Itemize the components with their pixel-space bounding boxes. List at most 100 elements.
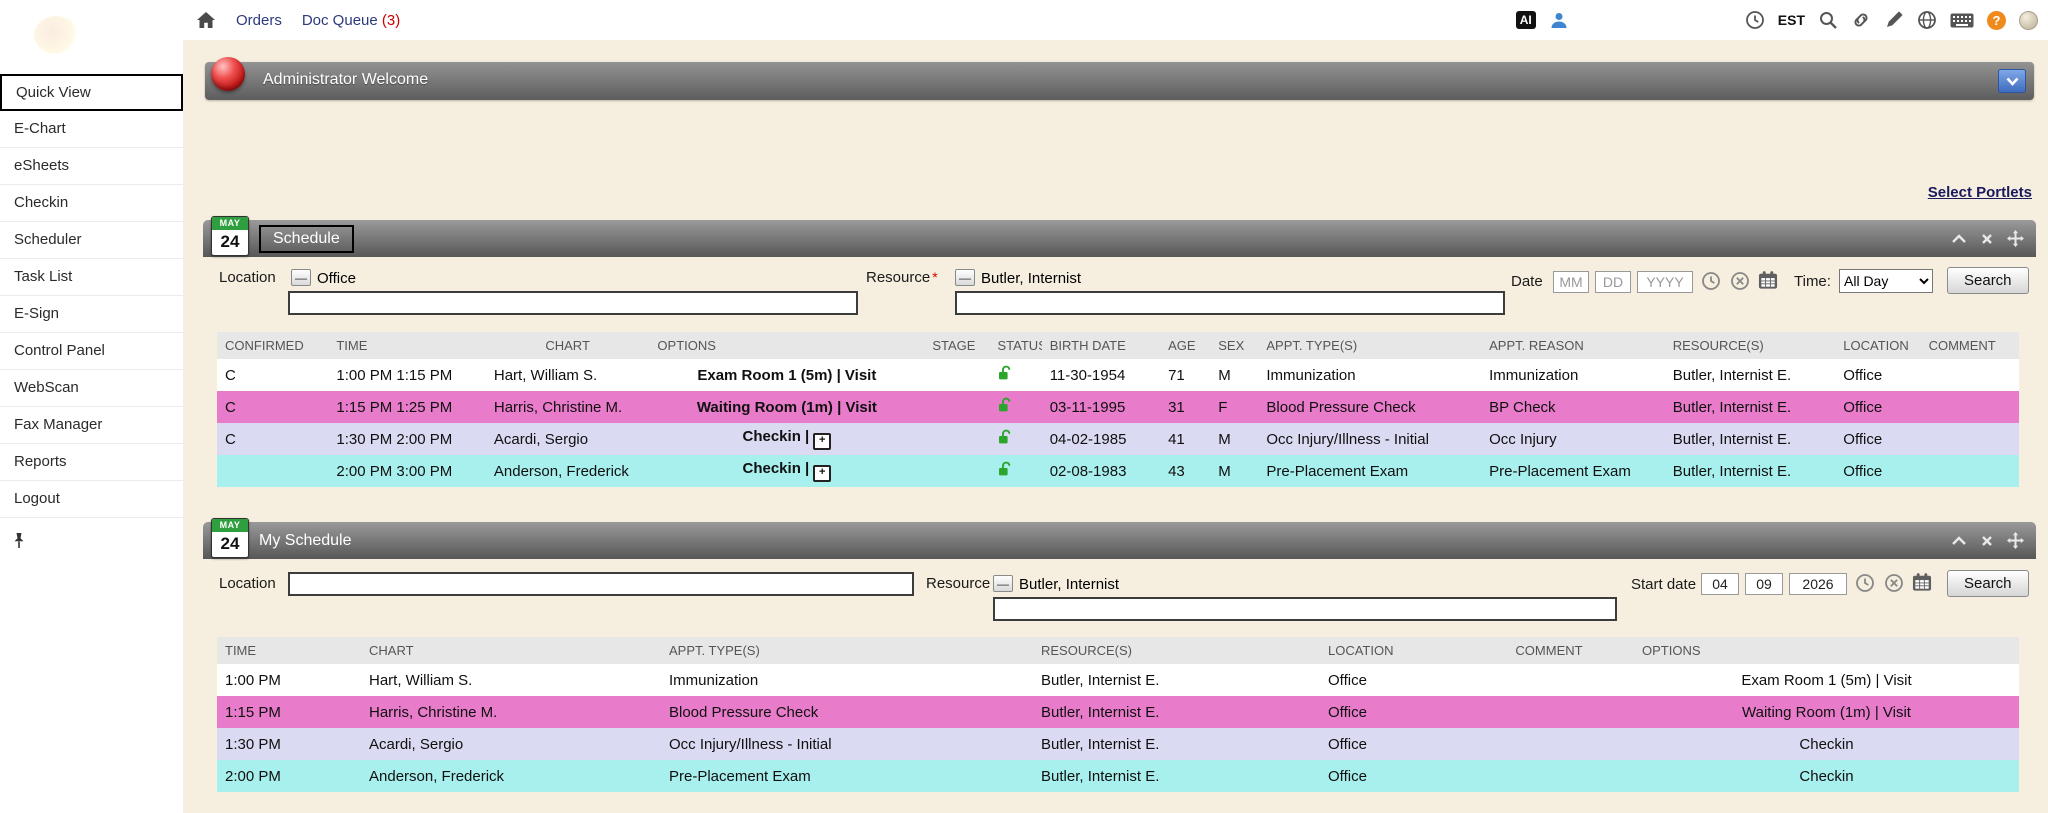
column-header[interactable]: APPT. TYPE(S) — [1258, 332, 1481, 359]
column-header[interactable]: APPT. TYPE(S) — [661, 637, 1033, 664]
column-header[interactable]: CHART — [486, 332, 650, 359]
location-input[interactable] — [288, 291, 858, 315]
my-schedule-search-button[interactable]: Search — [1947, 570, 2029, 597]
appointment-row[interactable]: 1:30 PM Acardi, Sergio Occ Injury/Illnes… — [217, 728, 2019, 760]
start-day-input[interactable] — [1745, 573, 1783, 595]
pencil-icon[interactable] — [1884, 10, 1904, 30]
time-clock-icon[interactable] — [1855, 573, 1875, 593]
presence-icon[interactable] — [2019, 11, 2038, 30]
column-header[interactable]: AGE — [1160, 332, 1210, 359]
options-cell[interactable]: Checkin |+ — [649, 455, 924, 487]
appointment-row[interactable]: C 1:30 PM 2:00 PM Acardi, Sergio Checkin… — [217, 423, 2019, 455]
chart-cell[interactable]: Anderson, Frederick — [361, 760, 661, 792]
clear-date-icon[interactable] — [1884, 573, 1904, 593]
chart-cell[interactable]: Harris, Christine M. — [361, 696, 661, 728]
move-portlet-icon[interactable] — [2007, 532, 2024, 549]
chart-cell[interactable]: Hart, William S. — [361, 664, 661, 696]
appointment-row[interactable]: C 1:00 PM 1:15 PM Hart, William S. Exam … — [217, 359, 2019, 391]
column-header[interactable]: STATUS — [990, 332, 1042, 359]
sidebar-item[interactable]: Checkin — [0, 185, 183, 222]
column-header[interactable]: OPTIONS — [1634, 637, 2019, 664]
options-link[interactable]: Checkin | — [743, 460, 810, 477]
collapse-portlet-icon[interactable] — [1951, 234, 1967, 244]
resource-input[interactable] — [993, 597, 1617, 621]
sidebar-item[interactable]: E-Chart — [0, 111, 183, 148]
options-cell[interactable]: Exam Room 1 (5m) | Visit — [1634, 664, 2019, 696]
column-header[interactable]: SEX — [1210, 332, 1258, 359]
column-header[interactable]: CONFIRMED — [217, 332, 328, 359]
sidebar-item[interactable]: Logout — [0, 481, 183, 518]
home-icon[interactable] — [196, 10, 216, 30]
options-link[interactable]: Exam Room 1 (5m) | Visit — [697, 367, 876, 384]
start-year-input[interactable] — [1789, 573, 1847, 595]
location-minus-button[interactable]: — — [291, 269, 311, 286]
pin-icon[interactable] — [12, 532, 26, 554]
sidebar-item[interactable]: E-Sign — [0, 296, 183, 333]
column-header[interactable]: RESOURCE(S) — [1033, 637, 1320, 664]
column-header[interactable]: COMMENT — [1464, 637, 1634, 664]
options-cell[interactable]: Checkin — [1634, 760, 2019, 792]
column-header[interactable]: LOCATION — [1835, 332, 1920, 359]
chart-cell[interactable]: Acardi, Sergio — [486, 423, 650, 455]
chart-cell[interactable]: Hart, William S. — [486, 359, 650, 391]
appointment-row[interactable]: 1:00 PM Hart, William S. Immunization Bu… — [217, 664, 2019, 696]
sidebar-item[interactable]: Task List — [0, 259, 183, 296]
resource-input[interactable] — [955, 291, 1505, 315]
chart-cell[interactable]: Acardi, Sergio — [361, 728, 661, 760]
options-cell[interactable]: Checkin — [1634, 728, 2019, 760]
column-header[interactable]: TIME — [217, 637, 361, 664]
orders-link[interactable]: Orders — [236, 12, 282, 29]
chart-cell[interactable]: Anderson, Frederick — [486, 455, 650, 487]
column-header[interactable]: LOCATION — [1320, 637, 1464, 664]
options-cell[interactable]: Waiting Room (1m) | Visit — [1634, 696, 2019, 728]
date-year-input[interactable] — [1637, 271, 1693, 293]
globe-icon[interactable] — [1917, 10, 1937, 30]
appointment-row[interactable]: 1:15 PM Harris, Christine M. Blood Press… — [217, 696, 2019, 728]
date-month-input[interactable] — [1553, 271, 1589, 293]
calendar-picker-icon[interactable] — [1758, 270, 1778, 290]
column-header[interactable]: RESOURCE(S) — [1665, 332, 1836, 359]
column-header[interactable]: CHART — [361, 637, 661, 664]
collapse-welcome-button[interactable] — [1998, 69, 2026, 93]
link-icon[interactable] — [1851, 10, 1871, 30]
clear-date-icon[interactable] — [1730, 271, 1750, 291]
user-icon[interactable] — [1549, 10, 1569, 30]
appointment-row[interactable]: 2:00 PM 3:00 PM Anderson, Frederick Chec… — [217, 455, 2019, 487]
time-select[interactable]: All Day — [1839, 269, 1933, 293]
column-header[interactable]: APPT. REASON — [1481, 332, 1665, 359]
appointment-row[interactable]: 2:00 PM Anderson, Frederick Pre-Placemen… — [217, 760, 2019, 792]
column-header[interactable]: OPTIONS — [649, 332, 924, 359]
sidebar-item[interactable]: Reports — [0, 444, 183, 481]
sidebar-item[interactable]: Fax Manager — [0, 407, 183, 444]
sidebar-item[interactable]: Quick View — [0, 74, 183, 111]
time-clock-icon[interactable] — [1701, 271, 1721, 291]
column-header[interactable]: BIRTH DATE — [1042, 332, 1160, 359]
chart-cell[interactable]: Harris, Christine M. — [486, 391, 650, 423]
close-portlet-icon[interactable] — [1981, 233, 1993, 245]
sidebar-item[interactable]: eSheets — [0, 148, 183, 185]
appointment-row[interactable]: C 1:15 PM 1:25 PM Harris, Christine M. W… — [217, 391, 2019, 423]
close-portlet-icon[interactable] — [1981, 535, 1993, 547]
resource-minus-button[interactable]: — — [993, 575, 1013, 592]
doc-queue-link[interactable]: Doc Queue (3) — [302, 12, 400, 29]
open-window-icon[interactable]: + — [813, 465, 831, 482]
options-link[interactable]: Checkin | — [743, 428, 810, 445]
date-day-input[interactable] — [1595, 271, 1631, 293]
options-cell[interactable]: Exam Room 1 (5m) | Visit+ — [649, 359, 924, 391]
schedule-search-button[interactable]: Search — [1947, 267, 2029, 294]
options-cell[interactable]: Waiting Room (1m) | Visit+ — [649, 391, 924, 423]
collapse-portlet-icon[interactable] — [1951, 536, 1967, 546]
column-header[interactable]: COMMENT — [1921, 332, 2019, 359]
open-window-icon[interactable]: + — [813, 433, 831, 450]
calendar-picker-icon[interactable] — [1912, 572, 1932, 592]
move-portlet-icon[interactable] — [2007, 230, 2024, 247]
help-icon[interactable]: ? — [1987, 11, 2006, 30]
start-month-input[interactable] — [1701, 573, 1739, 595]
sidebar-item[interactable]: Scheduler — [0, 222, 183, 259]
clock-icon[interactable] — [1745, 10, 1765, 30]
search-icon[interactable] — [1818, 10, 1838, 30]
options-cell[interactable]: Checkin |+ — [649, 423, 924, 455]
select-portlets-link[interactable]: Select Portlets — [1928, 184, 2032, 201]
sidebar-item[interactable]: Control Panel — [0, 333, 183, 370]
ai-badge-icon[interactable]: AI — [1516, 11, 1536, 29]
